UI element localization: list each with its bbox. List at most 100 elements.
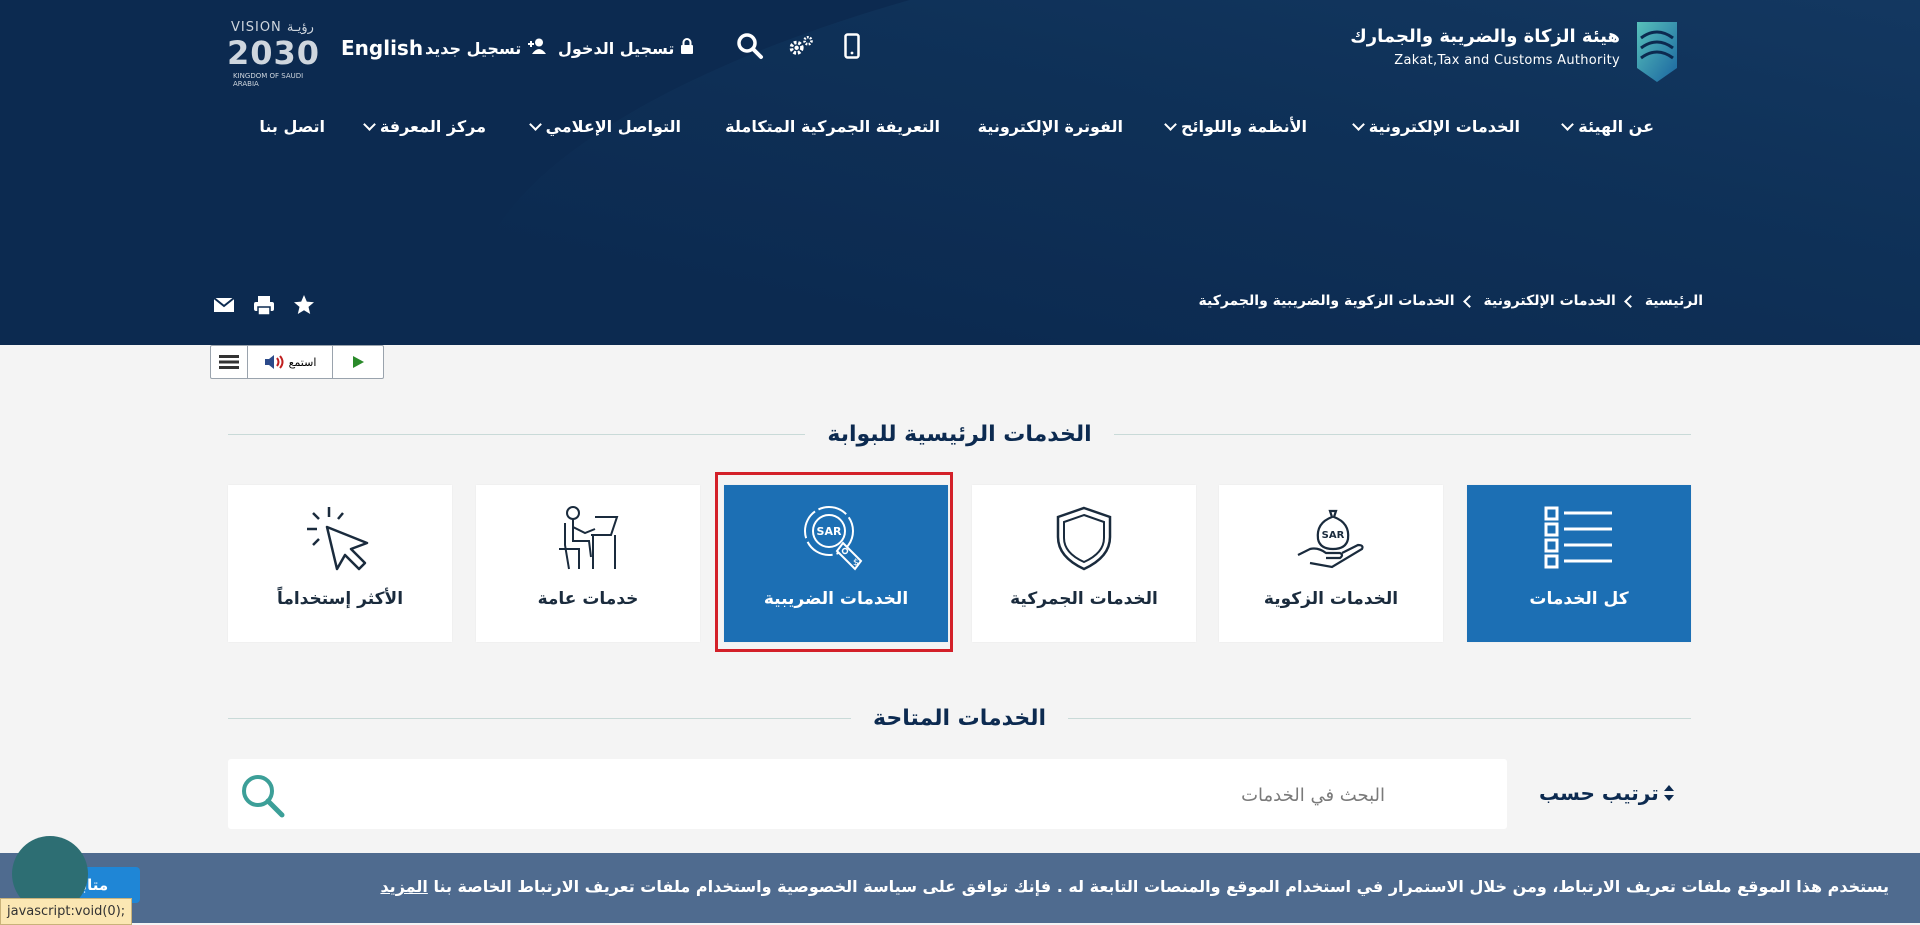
- hero-banner: هيئة الزكاة والضريبة والجمارك Zakat,Tax …: [0, 0, 1920, 345]
- chevron-left-icon: [1462, 294, 1476, 308]
- top-bar: هيئة الزكاة والضريبة والجمارك Zakat,Tax …: [0, 0, 1920, 100]
- nav-item-contact[interactable]: اتصل بنا: [259, 117, 325, 136]
- services-search-input[interactable]: [383, 759, 1387, 831]
- shield-icon: [1044, 503, 1124, 573]
- services-search-box: [228, 759, 1507, 831]
- breadcrumb-eservices[interactable]: الخدمات الإلكترونية: [1484, 293, 1616, 309]
- breadcrumb: الرئيسية الخدمات الإلكترونية الخدمات الز…: [1198, 293, 1703, 309]
- card-label: خدمات عامة: [537, 589, 639, 609]
- nav-item-tariff[interactable]: التعريفة الجمركية المتكاملة: [725, 117, 940, 136]
- divider: [1113, 433, 1691, 435]
- browser-status-bar: javascript:void(0);: [0, 898, 133, 925]
- add-user-icon: [527, 38, 546, 54]
- search-icon[interactable]: [238, 771, 286, 819]
- vision-2030-logo[interactable]: VISION رؤيـة 2030 KINGDOM OF SAUDI ARABI…: [227, 18, 325, 88]
- settings-gears-icon[interactable]: [787, 32, 815, 60]
- vision-year: 2030: [227, 34, 321, 72]
- nav-label: التعريفة الجمركية المتكاملة: [725, 117, 940, 136]
- divider: [1068, 717, 1692, 719]
- vision-sub: KINGDOM OF SAUDI ARABIA: [233, 72, 304, 88]
- card-customs-services[interactable]: الخدمات الجمركية: [972, 485, 1196, 642]
- card-label: كل الخدمات: [1529, 589, 1629, 609]
- divider: [228, 433, 806, 435]
- list-icon: [1539, 503, 1619, 573]
- breadcrumb-current: الخدمات الزكوية والضريبية والجمركية: [1198, 293, 1455, 309]
- reader-listen-label: استمع: [288, 355, 317, 369]
- card-label: الخدمات الضريبية: [763, 589, 909, 609]
- card-tax-services[interactable]: SAR $ الخدمات الضريبية: [724, 485, 948, 642]
- cursor-click-icon: [300, 503, 380, 573]
- speaker-icon: [264, 355, 284, 369]
- chevron-down-icon: [528, 118, 542, 131]
- nav-item-einvoicing[interactable]: الفوترة الإلكترونية: [978, 117, 1123, 136]
- vision-label: VISION: [231, 20, 282, 35]
- nav-item-eservices[interactable]: الخدمات الإلكترونية: [1351, 117, 1520, 136]
- reader-listen-button[interactable]: استمع: [248, 346, 333, 378]
- main-services-title: الخدمات الرئيسية للبوابة: [827, 421, 1092, 447]
- main-nav: عن الهيئة الخدمات الإلكترونية الأنظمة وا…: [0, 117, 1920, 147]
- breadcrumb-home[interactable]: الرئيسية: [1645, 293, 1703, 309]
- hand-money-bag-icon: SAR: [1291, 503, 1371, 573]
- page-tools: [213, 294, 315, 316]
- cookie-message: يستخدم هذا الموقع ملفات تعريف الارتباط، …: [380, 877, 1889, 896]
- nav-item-media[interactable]: التواصل الإعلامي: [528, 117, 681, 136]
- vision-ar: رؤيـة: [286, 20, 314, 35]
- chevron-down-icon: [1164, 118, 1177, 131]
- card-label: الخدمات الجمركية: [1010, 589, 1158, 609]
- org-name-arabic: هيئة الزكاة والضريبة والجمارك: [1350, 26, 1620, 47]
- register-label: تسجيل جديد: [425, 39, 522, 58]
- read-speaker-toolbar: استمع: [210, 345, 384, 379]
- card-zakat-services[interactable]: SAR الخدمات الزكوية: [1219, 485, 1443, 642]
- card-most-used[interactable]: الأكثر إستخداماً: [228, 485, 452, 642]
- chevron-down-icon: [1351, 118, 1365, 131]
- email-icon[interactable]: [213, 294, 235, 316]
- sort-by-dropdown[interactable]: ترتيب حسب: [1539, 781, 1675, 805]
- cookie-banner: يستخدم هذا الموقع ملفات تعريف الارتباط، …: [0, 853, 1920, 923]
- reader-menu-button[interactable]: [211, 346, 248, 378]
- register-link[interactable]: تسجيل جديد: [425, 38, 547, 58]
- print-icon[interactable]: [253, 294, 275, 316]
- svg-text:SAR: SAR: [817, 525, 842, 538]
- card-general-services[interactable]: خدمات عامة: [476, 485, 700, 642]
- favorite-star-icon[interactable]: [293, 294, 315, 316]
- nav-label: التواصل الإعلامي: [545, 117, 681, 136]
- login-link[interactable]: تسجيل الدخول: [558, 38, 694, 58]
- main-services-cards: كل الخدمات SAR الخدمات الزكوية الخدمات ا…: [228, 485, 1691, 642]
- nav-item-knowledge[interactable]: مركز المعرفة: [363, 117, 486, 136]
- available-services-heading: الخدمات المتاحة: [228, 703, 1692, 733]
- nav-label: الخدمات الإلكترونية: [1368, 117, 1520, 136]
- language-switch-link[interactable]: English: [341, 36, 423, 60]
- nav-item-about[interactable]: عن الهيئة: [1561, 117, 1654, 136]
- person-at-desk-icon: [548, 503, 628, 573]
- divider: [228, 717, 851, 719]
- main-services-heading: الخدمات الرئيسية للبوابة: [228, 419, 1691, 449]
- login-label: تسجيل الدخول: [558, 39, 675, 58]
- sar-tax-icon: SAR $: [796, 503, 876, 573]
- cookie-more-link[interactable]: المزيد: [380, 877, 427, 896]
- nav-label: اتصل بنا: [259, 117, 325, 136]
- sort-icon: [1663, 785, 1674, 801]
- available-services-title: الخدمات المتاحة: [873, 705, 1047, 731]
- lock-icon: [680, 38, 693, 54]
- chevron-down-icon: [363, 118, 376, 131]
- chevron-down-icon: [1561, 118, 1575, 131]
- mobile-icon[interactable]: [838, 32, 866, 60]
- card-all-services[interactable]: كل الخدمات: [1467, 485, 1691, 642]
- chevron-left-icon: [1623, 294, 1637, 308]
- svg-text:$: $: [853, 558, 859, 568]
- hamburger-icon: [219, 355, 239, 369]
- reader-play-button[interactable]: [333, 346, 383, 378]
- nav-label: الأنظمة واللوائح: [1180, 117, 1307, 136]
- search-icon[interactable]: [736, 32, 764, 60]
- nav-item-regulations[interactable]: الأنظمة واللوائح: [1164, 117, 1307, 136]
- cookie-message-text: يستخدم هذا الموقع ملفات تعريف الارتباط، …: [433, 877, 1889, 896]
- org-name-english: Zakat,Tax and Customs Authority: [1394, 53, 1620, 68]
- sort-by-label: ترتيب حسب: [1539, 781, 1659, 805]
- nav-label: الفوترة الإلكترونية: [977, 117, 1123, 136]
- play-icon: [353, 356, 364, 368]
- zatca-logo-icon[interactable]: [1623, 16, 1691, 84]
- svg-text:SAR: SAR: [1322, 530, 1345, 541]
- nav-label: عن الهيئة: [1578, 117, 1654, 136]
- card-label: الأكثر إستخداماً: [276, 589, 404, 609]
- card-label: الخدمات الزكوية: [1263, 589, 1399, 609]
